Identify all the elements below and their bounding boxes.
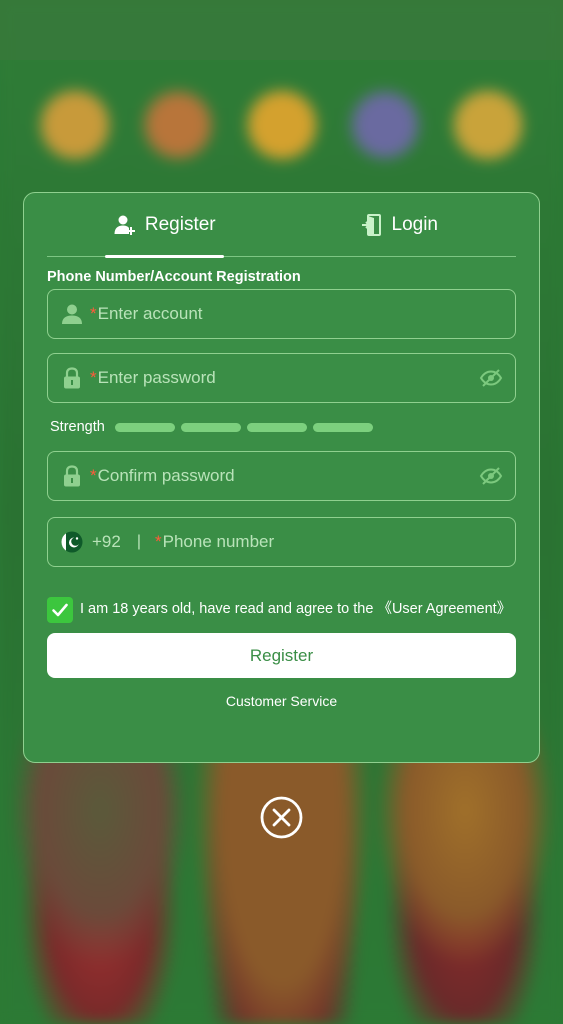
- phone-input[interactable]: Phone number: [163, 532, 503, 552]
- required-mark: *: [90, 466, 97, 485]
- strength-bar: [246, 422, 307, 432]
- tab-login[interactable]: Login: [282, 193, 517, 256]
- password-input[interactable]: Enter password: [98, 368, 479, 388]
- eye-off-icon[interactable]: [479, 464, 503, 488]
- auth-tabs: Register Login: [47, 193, 517, 258]
- agreement-row: I am 18 years old, have read and agree t…: [47, 597, 516, 623]
- required-mark: *: [90, 368, 97, 387]
- password-strength: Strength: [47, 417, 516, 437]
- account-input[interactable]: Enter account: [98, 304, 503, 324]
- door-enter-icon: [360, 213, 384, 237]
- eye-off-icon[interactable]: [479, 366, 503, 390]
- password-field[interactable]: * Enter password: [47, 353, 516, 403]
- account-field[interactable]: * Enter account: [47, 289, 516, 339]
- dial-code[interactable]: +92: [92, 532, 121, 552]
- required-mark: *: [90, 304, 97, 323]
- confirm-password-input[interactable]: Confirm password: [98, 466, 479, 486]
- customer-service-link[interactable]: Customer Service: [47, 693, 516, 709]
- registration-title: Phone Number/Account Registration: [47, 269, 301, 285]
- phone-field[interactable]: +92 | * Phone number: [47, 517, 516, 567]
- strength-bar: [114, 422, 175, 432]
- agree-checkbox[interactable]: [47, 597, 73, 623]
- blurred-header: [0, 0, 563, 60]
- strength-bar: [180, 422, 241, 432]
- tab-register-label: Register: [144, 213, 216, 235]
- strength-label: Strength: [50, 419, 105, 435]
- user-plus-icon: [113, 213, 137, 237]
- lock-icon: [60, 464, 84, 488]
- user-icon: [60, 302, 84, 326]
- check-icon: [52, 603, 68, 617]
- lock-icon: [60, 366, 84, 390]
- required-mark: *: [155, 532, 162, 551]
- strength-bar: [312, 422, 373, 432]
- tab-register[interactable]: Register: [47, 193, 282, 258]
- strength-bars: [114, 422, 373, 432]
- confirm-password-field[interactable]: * Confirm password: [47, 451, 516, 501]
- tab-login-label: Login: [391, 213, 439, 235]
- close-icon[interactable]: [260, 796, 303, 839]
- register-modal: Register Login Phone Number/Account Regi…: [23, 192, 540, 763]
- divider: |: [136, 533, 141, 550]
- agreement-text[interactable]: I am 18 years old, have read and agree t…: [80, 597, 511, 620]
- register-button[interactable]: Register: [47, 633, 516, 678]
- pakistan-flag-icon[interactable]: [60, 530, 84, 554]
